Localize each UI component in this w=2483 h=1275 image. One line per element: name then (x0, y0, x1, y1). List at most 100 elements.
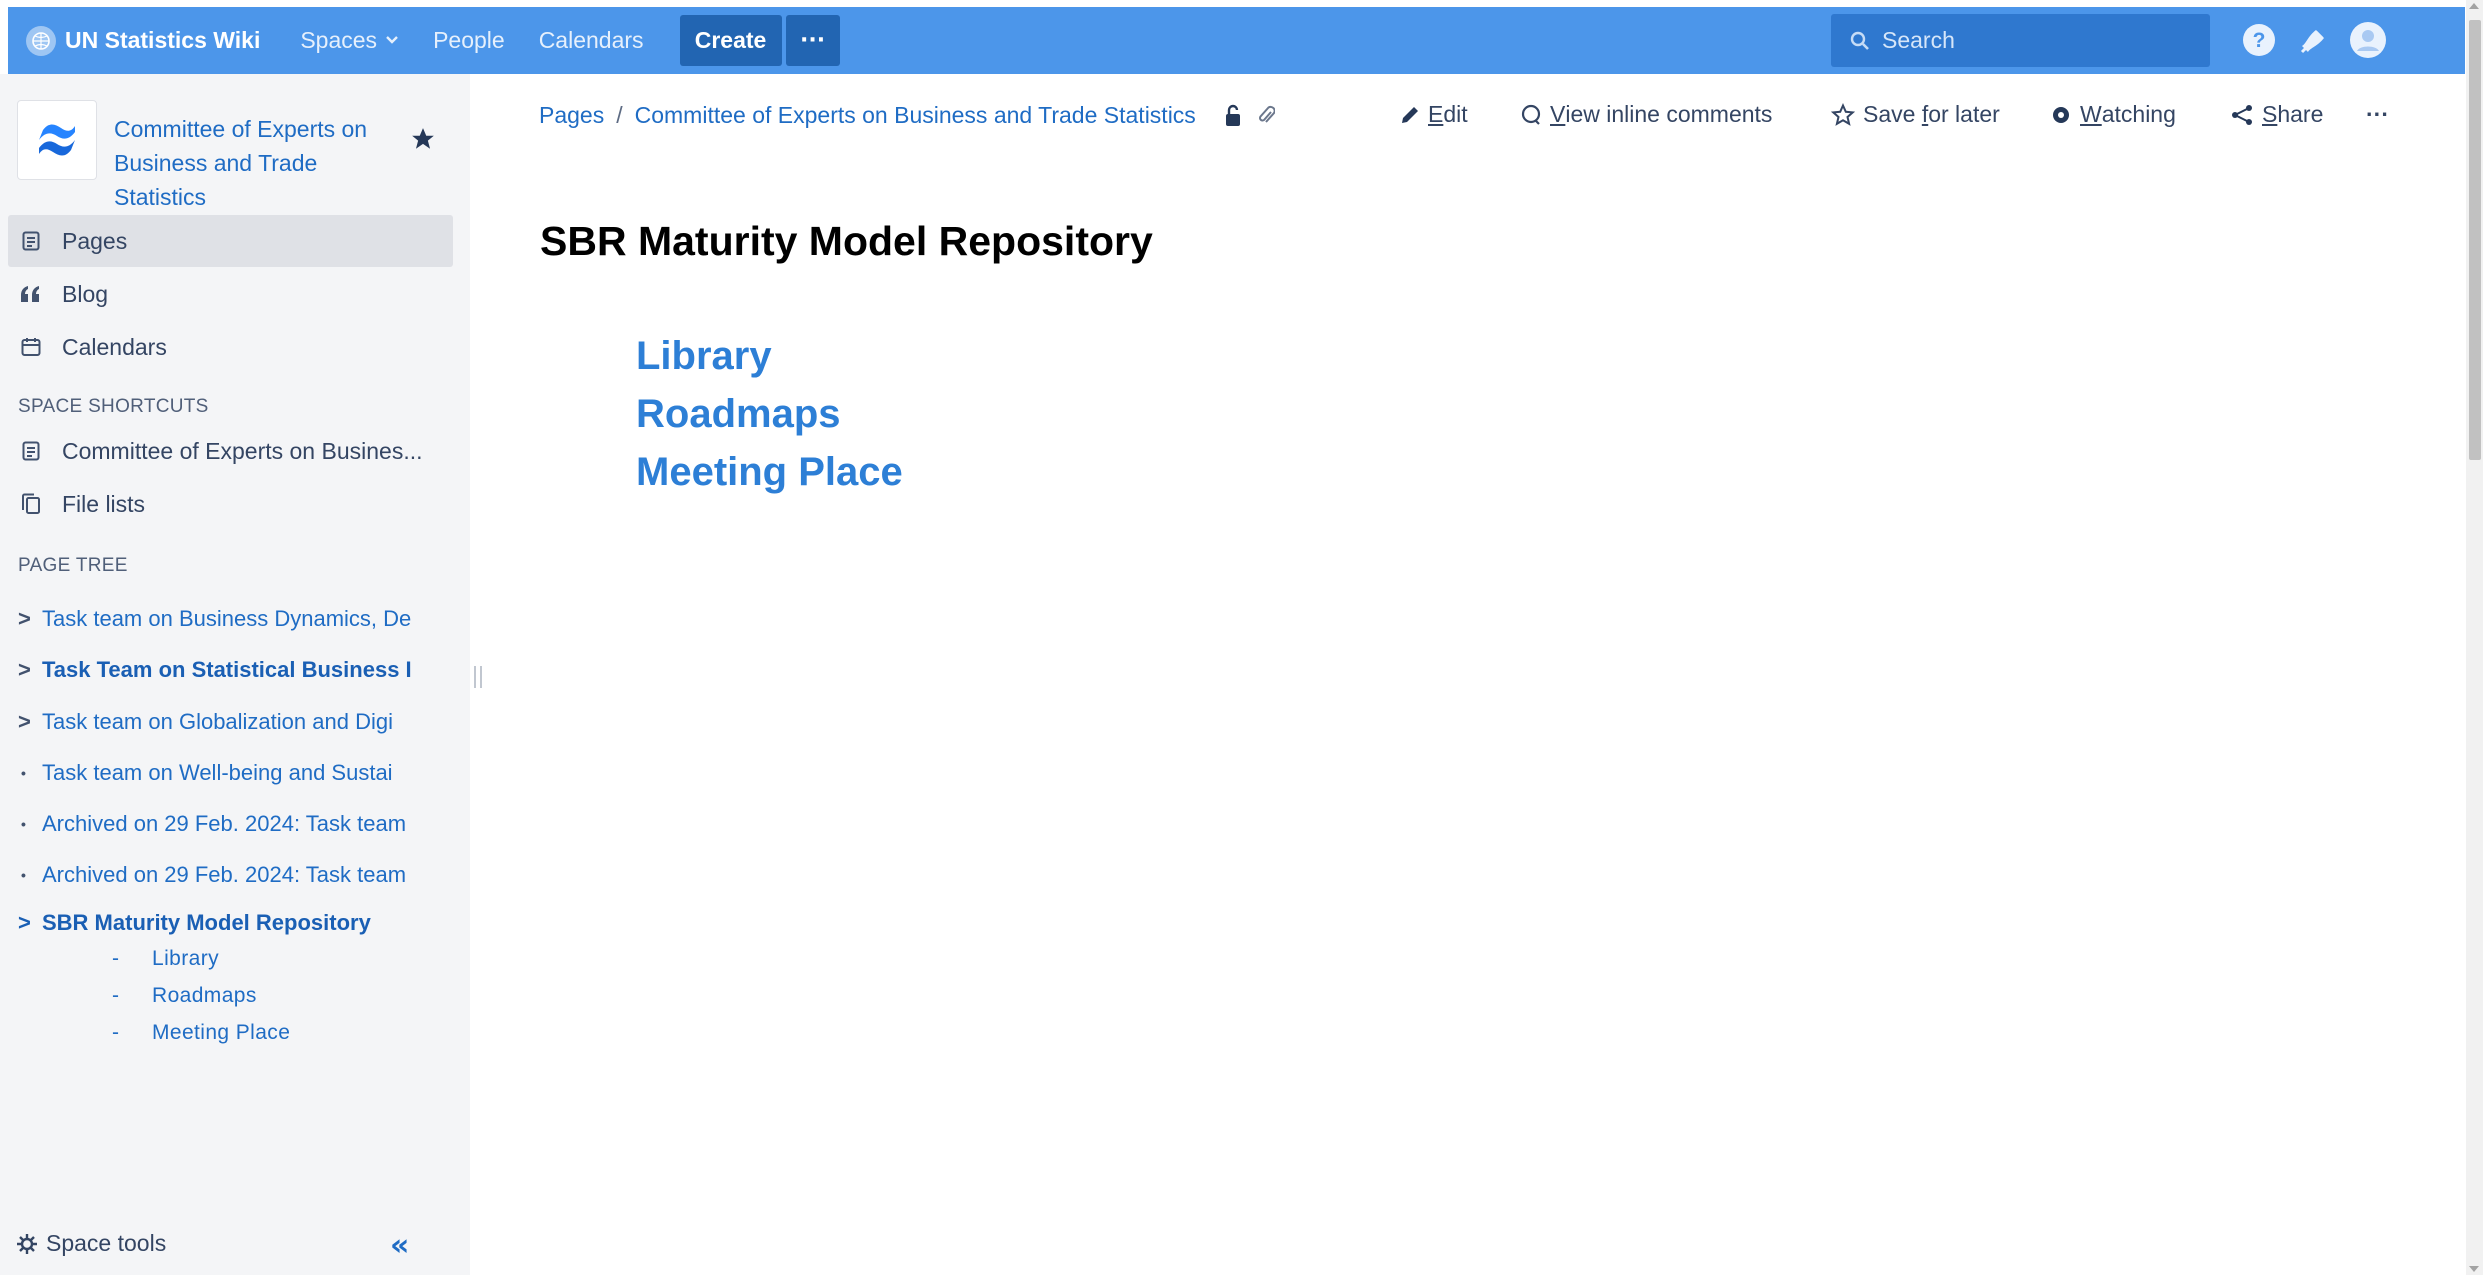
nav-calendars[interactable]: Calendars (539, 27, 644, 54)
edit-accesskey: E (1428, 101, 1444, 127)
star-icon[interactable] (410, 126, 436, 156)
star-outline-icon (1831, 102, 1855, 127)
more-options-button[interactable]: ··· (785, 15, 840, 66)
sidebar-item-pages[interactable]: Pages (8, 215, 453, 267)
save-label: or later (1928, 101, 2000, 127)
shortcut-committee[interactable]: Committee of Experts on Busines... (8, 425, 453, 477)
tree-item-current[interactable]: > SBR Maturity Model Repository (18, 903, 428, 943)
sidebar-resize-handle[interactable] (474, 666, 482, 688)
shortcut-file-lists[interactable]: File lists (8, 478, 453, 530)
brand-name: UN Statistics Wiki (65, 27, 261, 53)
un-logo-icon (26, 25, 56, 56)
expand-chevron-icon[interactable]: > (18, 910, 42, 936)
more-actions-button[interactable]: ··· (2366, 101, 2389, 128)
scrollbar-thumb[interactable] (2469, 20, 2481, 460)
tree-item-label: Task team on Business Dynamics, De (42, 606, 412, 631)
nav-people[interactable]: People (433, 27, 505, 54)
space-header: Committee of Experts on Business and Tra… (17, 100, 404, 214)
bullet-icon: • (21, 765, 26, 781)
shortcut-label: Committee of Experts on Busines... (62, 437, 423, 464)
nav-spaces-label: Spaces (300, 27, 378, 53)
watching-button[interactable]: Watching (2050, 101, 2176, 128)
dash-marker: - (112, 947, 120, 970)
tree-item[interactable]: > Task Team on Statistical Business I (18, 650, 428, 690)
scroll-up-arrow-icon[interactable] (2469, 3, 2479, 9)
share-label: hare (2277, 101, 2324, 127)
gear-icon (16, 1233, 38, 1255)
save-label-pre: Save (1863, 101, 1922, 127)
dash-marker: - (112, 984, 120, 1007)
sidebar-item-label: Blog (62, 280, 109, 307)
share-icon (2230, 104, 2254, 126)
help-icon[interactable]: ? (2239, 20, 2279, 60)
watching-accesskey: W (2080, 101, 2102, 127)
scroll-down-arrow-icon[interactable] (2469, 1266, 2479, 1272)
space-tools-button[interactable]: Space tools (16, 1230, 166, 1257)
edit-button[interactable]: Edit (1400, 101, 1468, 128)
sidebar-item-calendars[interactable]: Calendars (8, 321, 453, 373)
sub-page-item[interactable]: - Library (112, 942, 219, 976)
chevron-down-icon (385, 32, 399, 50)
search-input[interactable] (1882, 27, 2182, 54)
page-icon (20, 440, 42, 462)
create-button[interactable]: Create (679, 15, 782, 66)
bullet-icon: • (21, 867, 26, 883)
content-link-roadmaps[interactable]: Roadmaps (636, 392, 841, 437)
tree-item[interactable]: > Task team on Globalization and Digi (18, 702, 428, 742)
content-link-library[interactable]: Library (636, 334, 772, 379)
confluence-logo-icon[interactable] (17, 100, 97, 180)
tree-item-label: Task team on Globalization and Digi (42, 709, 393, 734)
page-status-icons (1223, 104, 1287, 128)
attachment-icon[interactable] (1257, 104, 1275, 128)
sidebar-item-label: Pages (62, 227, 128, 254)
save-for-later-button[interactable]: Save f or later (1831, 101, 2000, 128)
brand[interactable]: UN Statistics Wiki (26, 25, 261, 56)
tree-item[interactable]: • Task team on Well-being and Sustai (18, 753, 428, 793)
svg-text:?: ? (2253, 29, 2266, 52)
breadcrumb-parent[interactable]: Committee of Experts on Business and Tra… (635, 102, 1196, 129)
notifications-icon[interactable] (2294, 20, 2334, 60)
breadcrumb-separator: / (616, 102, 623, 128)
shortcut-label: File lists (62, 490, 146, 517)
sidebar-item-blog[interactable]: Blog (8, 268, 453, 320)
sidebar-item-label: Calendars (62, 333, 167, 360)
sub-page-item[interactable]: - Meeting Place (112, 1016, 290, 1050)
tree-item[interactable]: • Archived on 29 Feb. 2024: Task team (18, 855, 428, 895)
dash-marker: - (112, 1021, 120, 1044)
tree-item-label: Task Team on Statistical Business I (42, 657, 412, 682)
search-box[interactable] (1831, 14, 2210, 67)
space-tools-label: Space tools (46, 1230, 167, 1256)
collapse-sidebar-icon[interactable]: « (390, 1231, 409, 1261)
bullet-icon: • (21, 816, 26, 832)
tree-item-label: Task team on Well-being and Sustai (42, 760, 393, 785)
content-link-meeting-place[interactable]: Meeting Place (636, 450, 903, 495)
user-avatar-icon[interactable] (2348, 20, 2388, 60)
sub-page-item[interactable]: - Roadmaps (112, 979, 257, 1013)
expand-chevron-icon[interactable]: > (18, 709, 42, 735)
expand-chevron-icon[interactable]: > (18, 657, 42, 683)
file-list-icon (20, 493, 42, 515)
space-name-link[interactable]: Committee of Experts on Business and Tra… (114, 112, 404, 214)
nav-spaces[interactable]: Spaces (300, 27, 399, 54)
share-button[interactable]: Share (2230, 101, 2323, 128)
edit-label: dit (1443, 101, 1468, 127)
pencil-icon (1400, 105, 1420, 125)
sub-page-label: Meeting Place (152, 1021, 291, 1044)
sub-page-label: Library (152, 947, 219, 970)
breadcrumb-pages[interactable]: Pages (539, 102, 604, 129)
page-title: SBR Maturity Model Repository (540, 218, 1153, 264)
tree-item-label: SBR Maturity Model Repository (42, 910, 371, 935)
expand-chevron-icon[interactable]: > (18, 606, 42, 632)
unlock-icon[interactable] (1223, 104, 1245, 128)
tree-item[interactable]: • Archived on 29 Feb. 2024: Task team (18, 804, 428, 844)
view-inline-comments-button[interactable]: View inline comments (1520, 101, 1772, 128)
quote-icon (20, 283, 42, 305)
comments-accesskey: V (1550, 101, 1566, 127)
eye-icon (2050, 105, 2072, 125)
tree-item-label: Archived on 29 Feb. 2024: Task team (42, 862, 407, 887)
share-accesskey: S (2262, 101, 2278, 127)
breadcrumb: Pages / Committee of Experts on Business… (539, 102, 1287, 129)
sub-page-label: Roadmaps (152, 984, 257, 1007)
tree-item[interactable]: > Task team on Business Dynamics, De (18, 599, 428, 639)
calendar-icon (20, 336, 42, 358)
